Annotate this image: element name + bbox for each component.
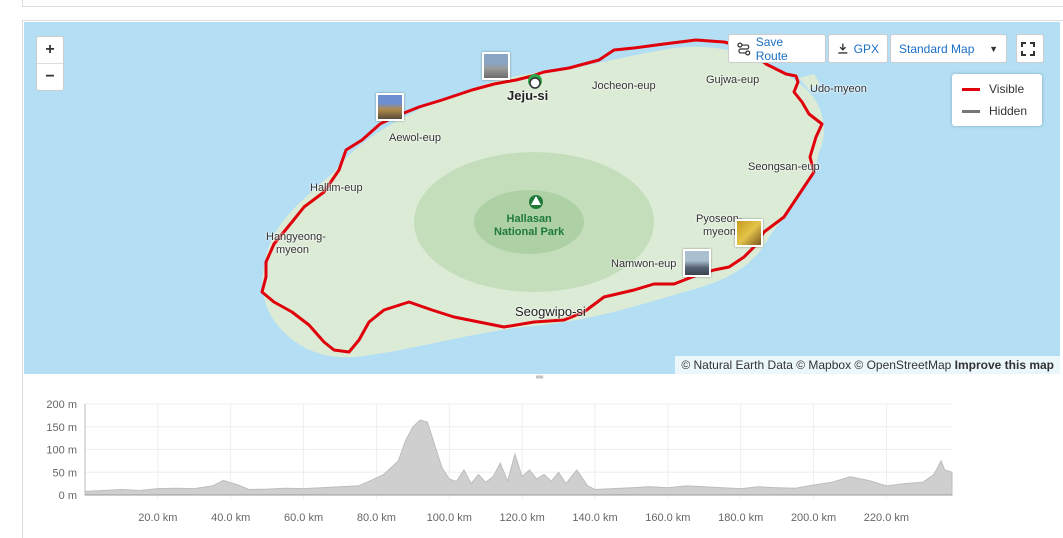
place-jocheon: Jocheon-eup — [592, 80, 656, 92]
top-panel-edge — [22, 0, 1063, 7]
x-tick-label: 200.0 km — [791, 512, 836, 524]
y-tick-label: 50 m — [53, 467, 77, 479]
map-canvas — [260, 38, 825, 358]
map-attribution: © Natural Earth Data © Mapbox © OpenStre… — [675, 356, 1060, 374]
gpx-label: GPX — [853, 41, 879, 56]
park-label: Hallasan National Park — [494, 213, 564, 239]
chevron-down-icon: ▼ — [989, 43, 998, 54]
place-seogwipo: Seogwipo-si — [515, 304, 586, 319]
resize-handle[interactable]: ═ — [536, 373, 543, 383]
attribution-text: © Natural Earth Data © Mapbox © OpenStre… — [681, 358, 952, 372]
fullscreen-icon — [1020, 41, 1035, 56]
photo-thumbnail[interactable] — [735, 219, 763, 247]
place-hangyeong: Hangyeong- — [266, 231, 326, 243]
x-tick-label: 180.0 km — [718, 512, 763, 524]
route-icon — [737, 41, 751, 56]
y-tick-label: 0 m — [59, 490, 77, 502]
y-tick-label: 200 m — [46, 399, 77, 411]
improve-map-link[interactable]: Improve this map — [955, 358, 1054, 372]
park-label-line1: Hallasan — [506, 213, 552, 225]
legend-hidden-swatch — [962, 109, 980, 113]
photo-thumbnail[interactable] — [683, 249, 711, 277]
y-tick-label: 100 m — [46, 445, 77, 457]
download-icon — [838, 43, 848, 54]
x-tick-label: 40.0 km — [211, 512, 250, 524]
x-tick-label: 220.0 km — [864, 512, 909, 524]
legend-visible-swatch — [962, 87, 980, 91]
photo-thumbnail[interactable] — [376, 93, 404, 121]
route-legend: Visible Hidden — [952, 74, 1042, 126]
place-udo: Udo-myeon — [810, 83, 867, 95]
save-route-button[interactable]: Save Route — [728, 34, 826, 63]
place-hangyeong-suffix: myeon — [276, 244, 310, 256]
start-end-marker — [528, 74, 542, 89]
gpx-download-button[interactable]: GPX — [828, 34, 888, 63]
map-style-select[interactable]: Standard Map ▼ — [890, 34, 1007, 63]
y-tick-label: 150 m — [46, 422, 77, 434]
legend-hidden-label: Hidden — [989, 104, 1028, 118]
legend-visible-row: Visible — [952, 78, 1042, 100]
place-jeju-si: Jeju-si — [507, 88, 549, 103]
place-aewol: Aewol-eup — [389, 132, 441, 144]
photo-thumbnail[interactable] — [482, 52, 510, 80]
map-view[interactable]: Jeju-si Jocheon-eup Gujwa-eup Udo-myeon … — [24, 22, 1060, 374]
place-pyoseon-suffix: myeon — [703, 226, 737, 238]
park-label-line2: National Park — [494, 226, 565, 238]
save-route-label: Save Route — [755, 34, 788, 63]
zoom-control: + − — [36, 36, 64, 91]
fullscreen-button[interactable] — [1016, 34, 1044, 63]
x-tick-label: 100.0 km — [427, 512, 472, 524]
place-namwon: Namwon-eup — [611, 258, 677, 270]
zoom-in-button[interactable]: + — [37, 37, 63, 63]
x-tick-label: 160.0 km — [645, 512, 690, 524]
elevation-chart[interactable]: 200 m 150 m 100 m 50 m 0 m 20.0 km 40.0 km 60.0… — [24, 384, 960, 534]
x-tick-label: 80.0 km — [357, 512, 396, 524]
place-hallim: Hallim-eup — [310, 182, 363, 194]
x-tick-label: 20.0 km — [138, 512, 177, 524]
legend-visible-label: Visible — [989, 82, 1025, 96]
map-style-label: Standard Map — [899, 41, 975, 56]
place-gujwa: Gujwa-eup — [706, 74, 760, 86]
legend-hidden-row: Hidden — [952, 100, 1042, 122]
elevation-area — [84, 419, 953, 496]
x-tick-label: 120.0 km — [500, 512, 545, 524]
x-tick-label: 140.0 km — [572, 512, 617, 524]
place-seongsan: Seongsan-eup — [748, 161, 820, 173]
zoom-out-button[interactable]: − — [37, 63, 63, 90]
x-tick-label: 60.0 km — [284, 512, 323, 524]
